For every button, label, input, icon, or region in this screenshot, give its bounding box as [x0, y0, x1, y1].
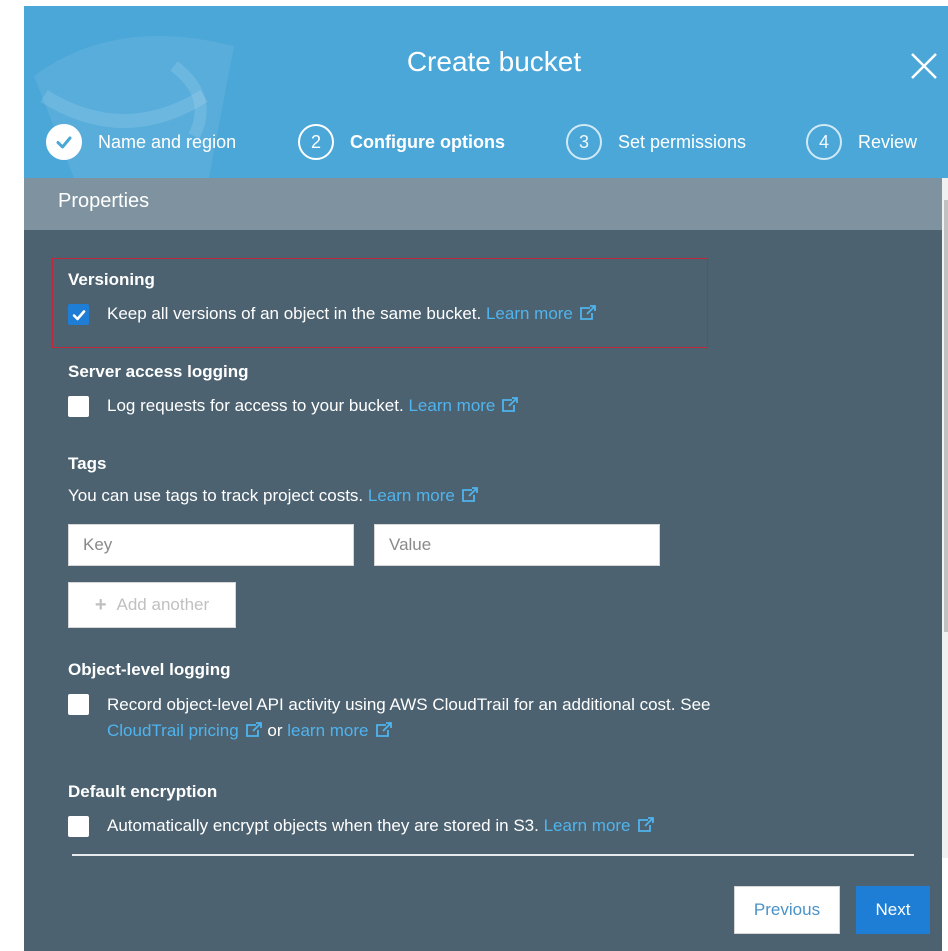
next-button[interactable]: Next: [856, 886, 930, 934]
external-link-icon: [375, 722, 392, 737]
step-configure-options[interactable]: 2 Configure options: [298, 120, 505, 164]
versioning-row: Keep all versions of an object in the sa…: [68, 304, 597, 325]
versioning-description: Keep all versions of an object in the sa…: [107, 304, 482, 323]
server-access-logging-title: Server access logging: [68, 362, 249, 381]
dialog-title: Create bucket: [406, 46, 582, 77]
versioning-title: Versioning: [68, 270, 155, 289]
versioning-checkbox[interactable]: [68, 304, 89, 325]
server-access-logging-checkbox[interactable]: [68, 396, 89, 417]
step-label: Configure options: [350, 131, 505, 152]
external-link-icon: [245, 722, 262, 737]
close-icon: [911, 53, 937, 79]
default-encryption-row: Automatically encrypt objects when they …: [68, 816, 655, 837]
add-another-label: Add another: [116, 595, 210, 614]
add-another-tag-button[interactable]: + Add another: [68, 582, 236, 628]
previous-button[interactable]: Previous: [734, 886, 840, 934]
step-name-and-region[interactable]: Name and region: [46, 120, 236, 164]
tags-learn-more-link[interactable]: Learn more: [368, 486, 479, 506]
scrollbar-thumb[interactable]: [944, 200, 948, 632]
step-review[interactable]: 4 Review: [806, 120, 917, 164]
tag-value-input[interactable]: [374, 524, 660, 566]
external-link-icon: [637, 817, 654, 832]
object-level-logging-title: Object-level logging: [68, 660, 231, 679]
external-link-icon: [579, 305, 596, 320]
default-encryption-description: Automatically encrypt objects when they …: [107, 816, 539, 835]
dialog-header: Create bucket Name and region 2 Configur…: [24, 6, 948, 178]
step-set-permissions[interactable]: 3 Set permissions: [566, 120, 746, 164]
vertical-scrollbar[interactable]: ▲ ▼: [942, 178, 948, 858]
server-access-logging-description: Log requests for access to your bucket.: [107, 396, 404, 415]
checkmark-icon: [46, 124, 82, 160]
properties-panel: Properties Versioning Keep all versions …: [24, 178, 942, 951]
external-link-icon: [502, 397, 519, 412]
object-level-logging-row: Record object-level API activity using A…: [68, 694, 867, 744]
versioning-learn-more-link[interactable]: Learn more: [486, 304, 597, 324]
close-button[interactable]: [902, 44, 946, 88]
cloudtrail-pricing-link[interactable]: CloudTrail pricing: [107, 721, 263, 740]
wizard-steps: Name and region 2 Configure options 3 Se…: [46, 120, 948, 164]
step-number: 3: [566, 124, 602, 160]
server-access-logging-learn-more-link[interactable]: Learn more: [408, 396, 519, 416]
step-label: Name and region: [98, 131, 237, 152]
footer-divider: [72, 854, 914, 856]
tag-key-input[interactable]: [68, 524, 354, 566]
step-label: Set permissions: [618, 131, 747, 152]
tags-description: You can use tags to track project costs.: [68, 486, 364, 505]
object-level-logging-checkbox[interactable]: [68, 694, 89, 715]
default-encryption-learn-more-link[interactable]: Learn more: [544, 816, 655, 836]
object-level-logging-description: Record object-level API activity using A…: [107, 695, 711, 714]
default-encryption-title: Default encryption: [68, 782, 218, 801]
or-text: or: [267, 721, 283, 740]
object-level-logging-learn-more-link[interactable]: learn more: [287, 721, 392, 740]
properties-header: Properties: [24, 178, 942, 230]
default-encryption-checkbox[interactable]: [68, 816, 89, 837]
step-number: 2: [298, 124, 334, 160]
tags-title: Tags: [68, 454, 107, 473]
external-link-icon: [461, 487, 478, 502]
create-bucket-dialog: Create bucket Name and region 2 Configur…: [0, 0, 948, 951]
scroll-up-arrow-icon[interactable]: ▲: [942, 178, 948, 196]
server-access-logging-row: Log requests for access to your bucket. …: [68, 396, 519, 417]
tags-description-row: You can use tags to track project costs.…: [68, 486, 479, 506]
checkmark-icon: [72, 309, 85, 320]
step-number: 4: [806, 124, 842, 160]
plus-icon: +: [94, 593, 107, 616]
step-label: Review: [858, 131, 918, 152]
scroll-down-arrow-icon[interactable]: ▼: [942, 840, 948, 858]
